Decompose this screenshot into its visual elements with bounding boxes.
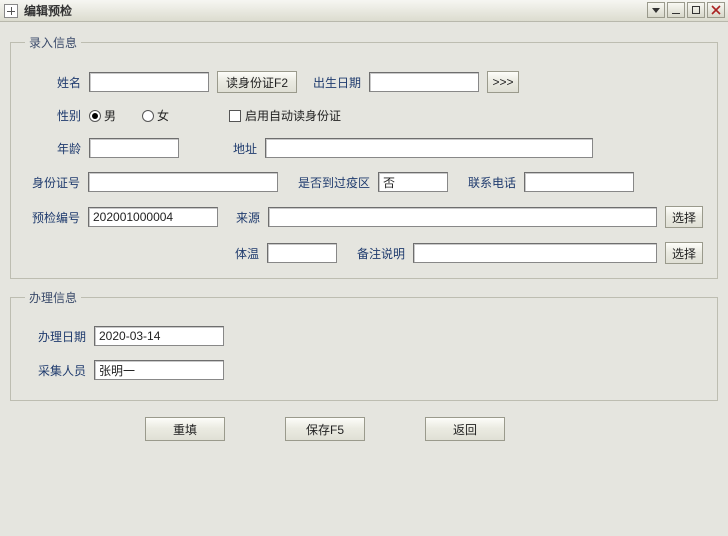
radio-icon: [142, 110, 154, 122]
collector-input[interactable]: [94, 360, 224, 380]
reset-button[interactable]: 重填: [145, 417, 225, 441]
temperature-input[interactable]: [267, 243, 337, 263]
gender-male-text: 男: [104, 107, 116, 124]
age-label: 年龄: [51, 140, 81, 157]
client-area: 录入信息 姓名 读身份证F2 出生日期 >>> 性别 男 女: [0, 22, 728, 536]
gender-male-radio[interactable]: 男: [89, 107, 116, 124]
birth-label: 出生日期: [305, 74, 361, 91]
process-date-input[interactable]: [94, 326, 224, 346]
remark-select-button[interactable]: 选择: [665, 242, 703, 264]
gender-label: 性别: [41, 107, 81, 124]
phone-input[interactable]: [524, 172, 634, 192]
name-label: 姓名: [41, 74, 81, 91]
maximize-button[interactable]: [687, 2, 705, 18]
gender-female-radio[interactable]: 女: [142, 107, 169, 124]
address-label: 地址: [227, 140, 257, 157]
precheck-input[interactable]: [88, 207, 218, 227]
birth-input[interactable]: [369, 72, 479, 92]
source-label: 来源: [226, 209, 260, 226]
auto-read-checkbox[interactable]: 启用自动读身份证: [229, 107, 341, 124]
remark-input[interactable]: [413, 243, 657, 263]
close-button[interactable]: [707, 2, 725, 18]
collector-label: 采集人员: [31, 362, 86, 379]
epidemic-input[interactable]: [378, 172, 448, 192]
read-id-button[interactable]: 读身份证F2: [217, 71, 297, 93]
idnum-label: 身份证号: [25, 174, 80, 191]
temperature-label: 体温: [225, 245, 259, 262]
entry-legend: 录入信息: [25, 34, 81, 51]
source-select-button[interactable]: 选择: [665, 206, 703, 228]
source-input[interactable]: [268, 207, 657, 227]
save-button[interactable]: 保存F5: [285, 417, 365, 441]
auto-read-label: 启用自动读身份证: [245, 107, 341, 124]
minimize-button[interactable]: [667, 2, 685, 18]
epidemic-label: 是否到过疫区: [286, 174, 370, 191]
process-date-label: 办理日期: [31, 328, 86, 345]
name-input[interactable]: [89, 72, 209, 92]
process-group: 办理信息 办理日期 采集人员: [10, 289, 718, 401]
app-window: 编辑预检 录入信息 姓名 读身份证F2 出生日期 >>>: [0, 0, 728, 536]
window-title: 编辑预检: [24, 2, 72, 19]
phone-label: 联系电话: [456, 174, 516, 191]
dropdown-icon[interactable]: [647, 2, 665, 18]
radio-icon: [89, 110, 101, 122]
titlebar: 编辑预检: [0, 0, 728, 22]
entry-group: 录入信息 姓名 读身份证F2 出生日期 >>> 性别 男 女: [10, 34, 718, 279]
precheck-label: 预检编号: [25, 209, 80, 226]
address-input[interactable]: [265, 138, 593, 158]
window-controls: [647, 2, 725, 18]
back-button[interactable]: 返回: [425, 417, 505, 441]
gender-female-text: 女: [157, 107, 169, 124]
process-legend: 办理信息: [25, 289, 81, 306]
remark-label: 备注说明: [345, 245, 405, 262]
idnum-input[interactable]: [88, 172, 278, 192]
footer-buttons: 重填 保存F5 返回: [10, 411, 718, 455]
birth-more-button[interactable]: >>>: [487, 71, 519, 93]
checkbox-icon: [229, 110, 241, 122]
app-icon: [4, 4, 18, 18]
age-input[interactable]: [89, 138, 179, 158]
